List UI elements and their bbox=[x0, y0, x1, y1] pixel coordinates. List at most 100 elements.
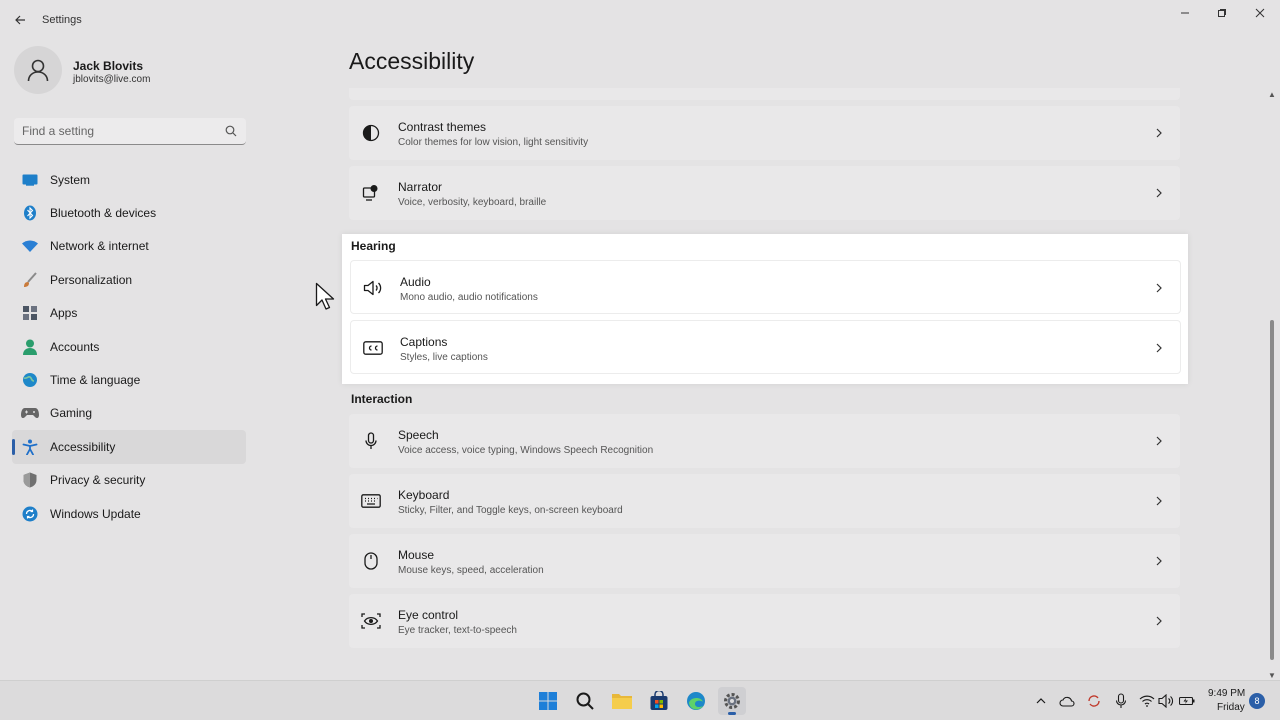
file-explorer-button[interactable] bbox=[608, 687, 636, 715]
mouse-icon bbox=[361, 551, 381, 571]
user-name: Jack Blovits bbox=[73, 59, 144, 73]
audio-card[interactable]: Audio Mono audio, audio notifications bbox=[350, 260, 1181, 314]
settings-taskbar-button[interactable] bbox=[718, 687, 746, 715]
store-button[interactable] bbox=[645, 687, 673, 715]
eye-control-icon bbox=[361, 611, 381, 631]
battery-icon[interactable] bbox=[1179, 693, 1195, 709]
scrollbar[interactable]: ▲ ▼ bbox=[1267, 88, 1277, 680]
sidebar-item-accessibility[interactable]: Accessibility bbox=[12, 430, 246, 464]
hearing-section-highlight: Hearing Audio Mono audio, audio notifica… bbox=[342, 234, 1188, 384]
card-title: Mouse bbox=[398, 548, 435, 562]
windows-start-icon bbox=[539, 692, 557, 710]
card-subtitle: Mouse keys, speed, acceleration bbox=[398, 565, 544, 576]
store-icon bbox=[650, 691, 668, 710]
card-subtitle: Voice, verbosity, keyboard, braille bbox=[398, 197, 547, 208]
sidebar-item-label: Accessibility bbox=[50, 439, 116, 454]
minimize-icon bbox=[1181, 12, 1189, 14]
keyboard-icon bbox=[361, 491, 381, 511]
sidebar-item-privacy[interactable]: Privacy & security bbox=[12, 464, 246, 497]
wifi-icon[interactable] bbox=[1139, 693, 1155, 709]
shield-icon bbox=[21, 471, 39, 489]
sidebar-item-network[interactable]: Network & internet bbox=[12, 230, 246, 263]
captions-card[interactable]: Captions Styles, live captions bbox=[350, 320, 1181, 374]
maximize-icon bbox=[1218, 9, 1226, 17]
title-bar: Settings bbox=[0, 0, 1280, 40]
file-explorer-icon bbox=[612, 694, 632, 709]
avatar[interactable] bbox=[14, 46, 62, 94]
sidebar-item-label: Gaming bbox=[50, 406, 93, 421]
scroll-down-arrow-icon[interactable]: ▼ bbox=[1268, 671, 1276, 680]
section-label-interaction: Interaction bbox=[351, 392, 413, 406]
chevron-right-icon bbox=[1156, 343, 1162, 353]
taskbar: 9:49 PM Friday 8 bbox=[0, 680, 1280, 720]
edge-icon bbox=[687, 692, 705, 710]
scroll-up-arrow-icon[interactable]: ▲ bbox=[1268, 90, 1276, 99]
chevron-right-icon bbox=[1156, 616, 1162, 626]
chevron-right-icon bbox=[1156, 188, 1162, 198]
sidebar-nav: System Bluetooth & devices Network & int… bbox=[12, 163, 246, 530]
system-icon bbox=[21, 171, 39, 189]
keyboard-card[interactable]: Keyboard Sticky, Filter, and Toggle keys… bbox=[349, 474, 1180, 528]
volume-icon[interactable] bbox=[1158, 693, 1174, 709]
sidebar-item-label: Apps bbox=[50, 306, 78, 321]
chevron-right-icon bbox=[1156, 556, 1162, 566]
taskbar-search-button[interactable] bbox=[571, 687, 599, 715]
card-subtitle: Styles, live captions bbox=[400, 352, 488, 363]
maximize-button[interactable] bbox=[1204, 5, 1240, 21]
mouse-pointer-icon bbox=[315, 282, 335, 310]
captions-icon bbox=[363, 338, 383, 358]
sidebar-item-system[interactable]: System bbox=[12, 163, 246, 196]
mouse-card[interactable]: Mouse Mouse keys, speed, acceleration bbox=[349, 534, 1180, 588]
chevron-up-icon[interactable] bbox=[1033, 693, 1049, 709]
card-subtitle: Sticky, Filter, and Toggle keys, on-scre… bbox=[398, 505, 623, 516]
clock-day[interactable]: Friday bbox=[1217, 702, 1245, 713]
sidebar-item-apps[interactable]: Apps bbox=[12, 297, 246, 330]
apps-icon bbox=[21, 304, 39, 322]
speech-card[interactable]: Speech Voice access, voice typing, Windo… bbox=[349, 414, 1180, 468]
update-icon bbox=[21, 505, 39, 523]
card-title: Audio bbox=[400, 275, 431, 289]
narrator-icon bbox=[361, 183, 381, 203]
search-box[interactable] bbox=[14, 118, 246, 145]
contrast-themes-card[interactable]: Contrast themes Color themes for low vis… bbox=[349, 106, 1180, 160]
sidebar-item-label: Network & internet bbox=[50, 239, 149, 254]
close-icon bbox=[1255, 8, 1265, 18]
speaker-icon bbox=[363, 278, 383, 298]
sidebar-item-label: Personalization bbox=[50, 272, 133, 287]
settings-card-partial[interactable] bbox=[349, 88, 1180, 100]
sidebar-item-time-language[interactable]: Time & language bbox=[12, 363, 246, 396]
sidebar-item-personalization[interactable]: Personalization bbox=[12, 263, 246, 296]
minimize-button[interactable] bbox=[1167, 5, 1203, 21]
contrast-icon bbox=[361, 123, 381, 143]
sync-icon[interactable] bbox=[1086, 693, 1102, 709]
search-icon bbox=[225, 125, 237, 137]
eye-control-card[interactable]: Eye control Eye tracker, text-to-speech bbox=[349, 594, 1180, 648]
onedrive-icon[interactable] bbox=[1059, 693, 1075, 709]
sidebar-item-windows-update[interactable]: Windows Update bbox=[12, 497, 246, 530]
page-title: Accessibility bbox=[349, 48, 475, 74]
clock-time[interactable]: 9:49 PM bbox=[1208, 688, 1245, 699]
edge-button[interactable] bbox=[682, 687, 710, 715]
sidebar-item-accounts[interactable]: Accounts bbox=[12, 330, 246, 363]
card-title: Narrator bbox=[398, 180, 443, 194]
chevron-right-icon bbox=[1156, 283, 1162, 293]
card-title: Eye control bbox=[398, 608, 459, 622]
microphone-icon[interactable] bbox=[1113, 693, 1129, 709]
back-button[interactable] bbox=[10, 10, 30, 30]
wifi-icon bbox=[21, 237, 39, 255]
user-profile[interactable]: Jack Blovits jblovits@live.com bbox=[14, 46, 254, 100]
sidebar-item-gaming[interactable]: Gaming bbox=[12, 397, 246, 430]
sidebar-item-label: System bbox=[50, 172, 91, 187]
search-input[interactable] bbox=[22, 123, 212, 139]
start-button[interactable] bbox=[534, 687, 562, 715]
accessibility-icon bbox=[21, 438, 39, 456]
card-subtitle: Mono audio, audio notifications bbox=[400, 292, 538, 303]
card-title: Speech bbox=[398, 428, 439, 442]
narrator-card[interactable]: Narrator Voice, verbosity, keyboard, bra… bbox=[349, 166, 1180, 220]
sidebar-item-label: Bluetooth & devices bbox=[50, 206, 157, 221]
close-button[interactable] bbox=[1242, 5, 1278, 21]
notification-badge[interactable]: 8 bbox=[1249, 693, 1265, 709]
scroll-thumb[interactable] bbox=[1270, 320, 1274, 660]
sidebar-item-bluetooth[interactable]: Bluetooth & devices bbox=[12, 196, 246, 229]
arrow-left-icon bbox=[15, 15, 25, 25]
